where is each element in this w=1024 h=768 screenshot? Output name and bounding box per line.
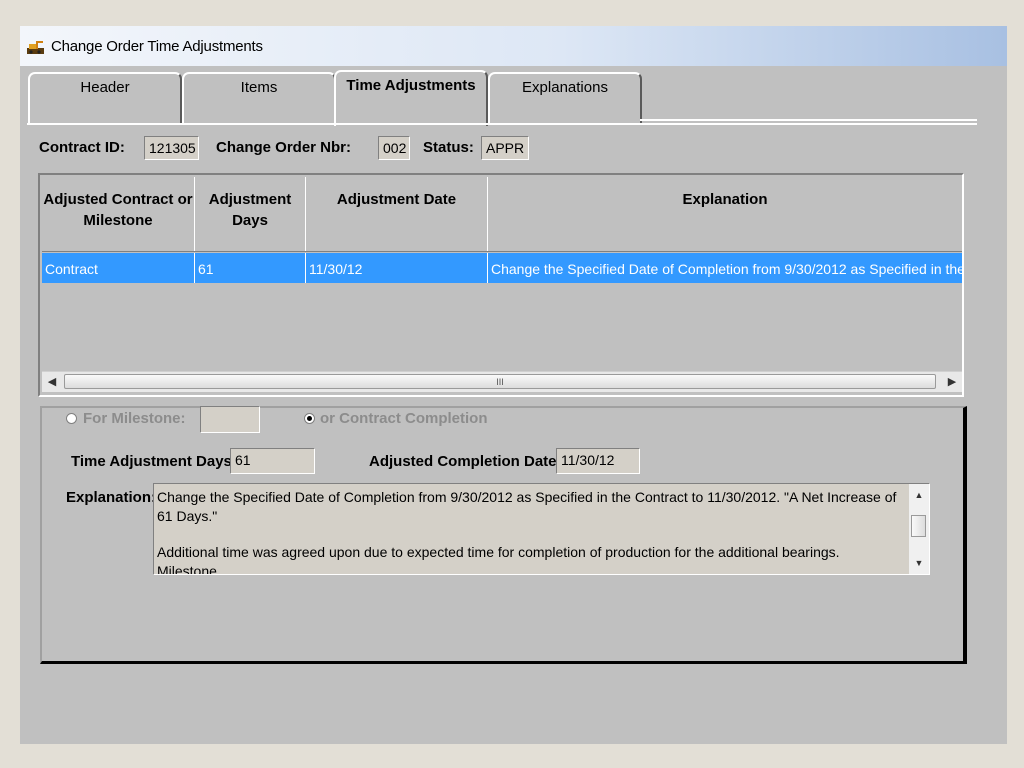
- cell-milestone: Contract: [42, 253, 195, 283]
- scroll-left-icon[interactable]: ◀: [42, 372, 62, 392]
- tab-header-label: Header: [80, 79, 130, 96]
- cell-date: 11/30/12: [306, 253, 488, 283]
- milestone-field[interactable]: [200, 406, 260, 433]
- col-header-milestone[interactable]: Adjusted Contract or Milestone: [42, 177, 195, 251]
- for-milestone-radio[interactable]: [66, 413, 77, 424]
- col-header-explanation[interactable]: Explanation: [488, 177, 962, 251]
- scroll-thumb[interactable]: III: [64, 374, 936, 389]
- explanation-textarea[interactable]: Change the Specified Date of Completion …: [153, 483, 930, 575]
- window-title: Change Order Time Adjustments: [51, 38, 263, 55]
- col-header-date[interactable]: Adjustment Date: [306, 177, 488, 251]
- change-order-field: 002: [378, 136, 410, 160]
- tab-explanations[interactable]: Explanations: [488, 72, 642, 124]
- tab-items[interactable]: Items: [182, 72, 336, 124]
- cell-explanation: Change the Specified Date of Completion …: [491, 261, 962, 277]
- time-adj-days-field[interactable]: 61: [230, 448, 315, 474]
- horizontal-scrollbar[interactable]: ◀ III ▶: [42, 371, 962, 392]
- app-window: Change Order Time Adjustments Header Ite…: [20, 26, 1007, 744]
- status-field: APPR: [481, 136, 529, 160]
- construction-app-icon: [27, 41, 44, 54]
- scroll-grip: III: [496, 377, 504, 387]
- adj-completion-date-label: Adjusted Completion Date:: [369, 453, 562, 470]
- explanation-label: Explanation:: [66, 489, 157, 506]
- explanation-paragraph-1: Change the Specified Date of Completion …: [157, 489, 897, 524]
- contract-completion-radio[interactable]: [304, 413, 315, 424]
- tab-time-adjustments[interactable]: Time Adjustments: [334, 70, 488, 126]
- explanation-paragraph-2: Additional time was agreed upon due to e…: [157, 544, 840, 575]
- vertical-scroll-thumb[interactable]: [911, 515, 926, 537]
- scroll-right-icon[interactable]: ▶: [942, 372, 962, 392]
- tab-time-adjustments-label: Time Adjustments: [346, 77, 476, 94]
- scroll-up-icon[interactable]: ▲: [909, 486, 929, 504]
- table-row[interactable]: Contract 61 11/30/12 Change the Specifie…: [42, 253, 962, 283]
- contract-id-label: Contract ID:: [39, 139, 125, 156]
- for-milestone-label: For Milestone:: [83, 410, 186, 427]
- adjustments-grid: Adjusted Contract or Milestone Adjustmen…: [38, 173, 964, 397]
- adj-completion-date-field[interactable]: 11/30/12: [556, 448, 640, 474]
- tab-explanations-label: Explanations: [522, 79, 608, 96]
- col-header-days[interactable]: Adjustment Days: [195, 177, 306, 251]
- vertical-scrollbar[interactable]: ▲ ▼: [909, 484, 929, 574]
- tab-divider-top: [640, 119, 977, 121]
- status-label: Status:: [423, 139, 474, 156]
- grid-header: Adjusted Contract or Milestone Adjustmen…: [42, 177, 962, 252]
- title-bar[interactable]: Change Order Time Adjustments: [20, 26, 1007, 66]
- contract-id-field: 121305: [144, 136, 199, 160]
- scroll-down-icon[interactable]: ▼: [909, 554, 929, 572]
- tab-header[interactable]: Header: [28, 72, 182, 124]
- change-order-label: Change Order Nbr:: [216, 139, 352, 156]
- tab-divider: [27, 123, 977, 125]
- contract-completion-label: or Contract Completion: [320, 410, 488, 427]
- cell-days: 61: [195, 253, 306, 283]
- time-adj-days-label: Time Adjustment Days:: [71, 453, 237, 470]
- tab-items-label: Items: [240, 79, 278, 96]
